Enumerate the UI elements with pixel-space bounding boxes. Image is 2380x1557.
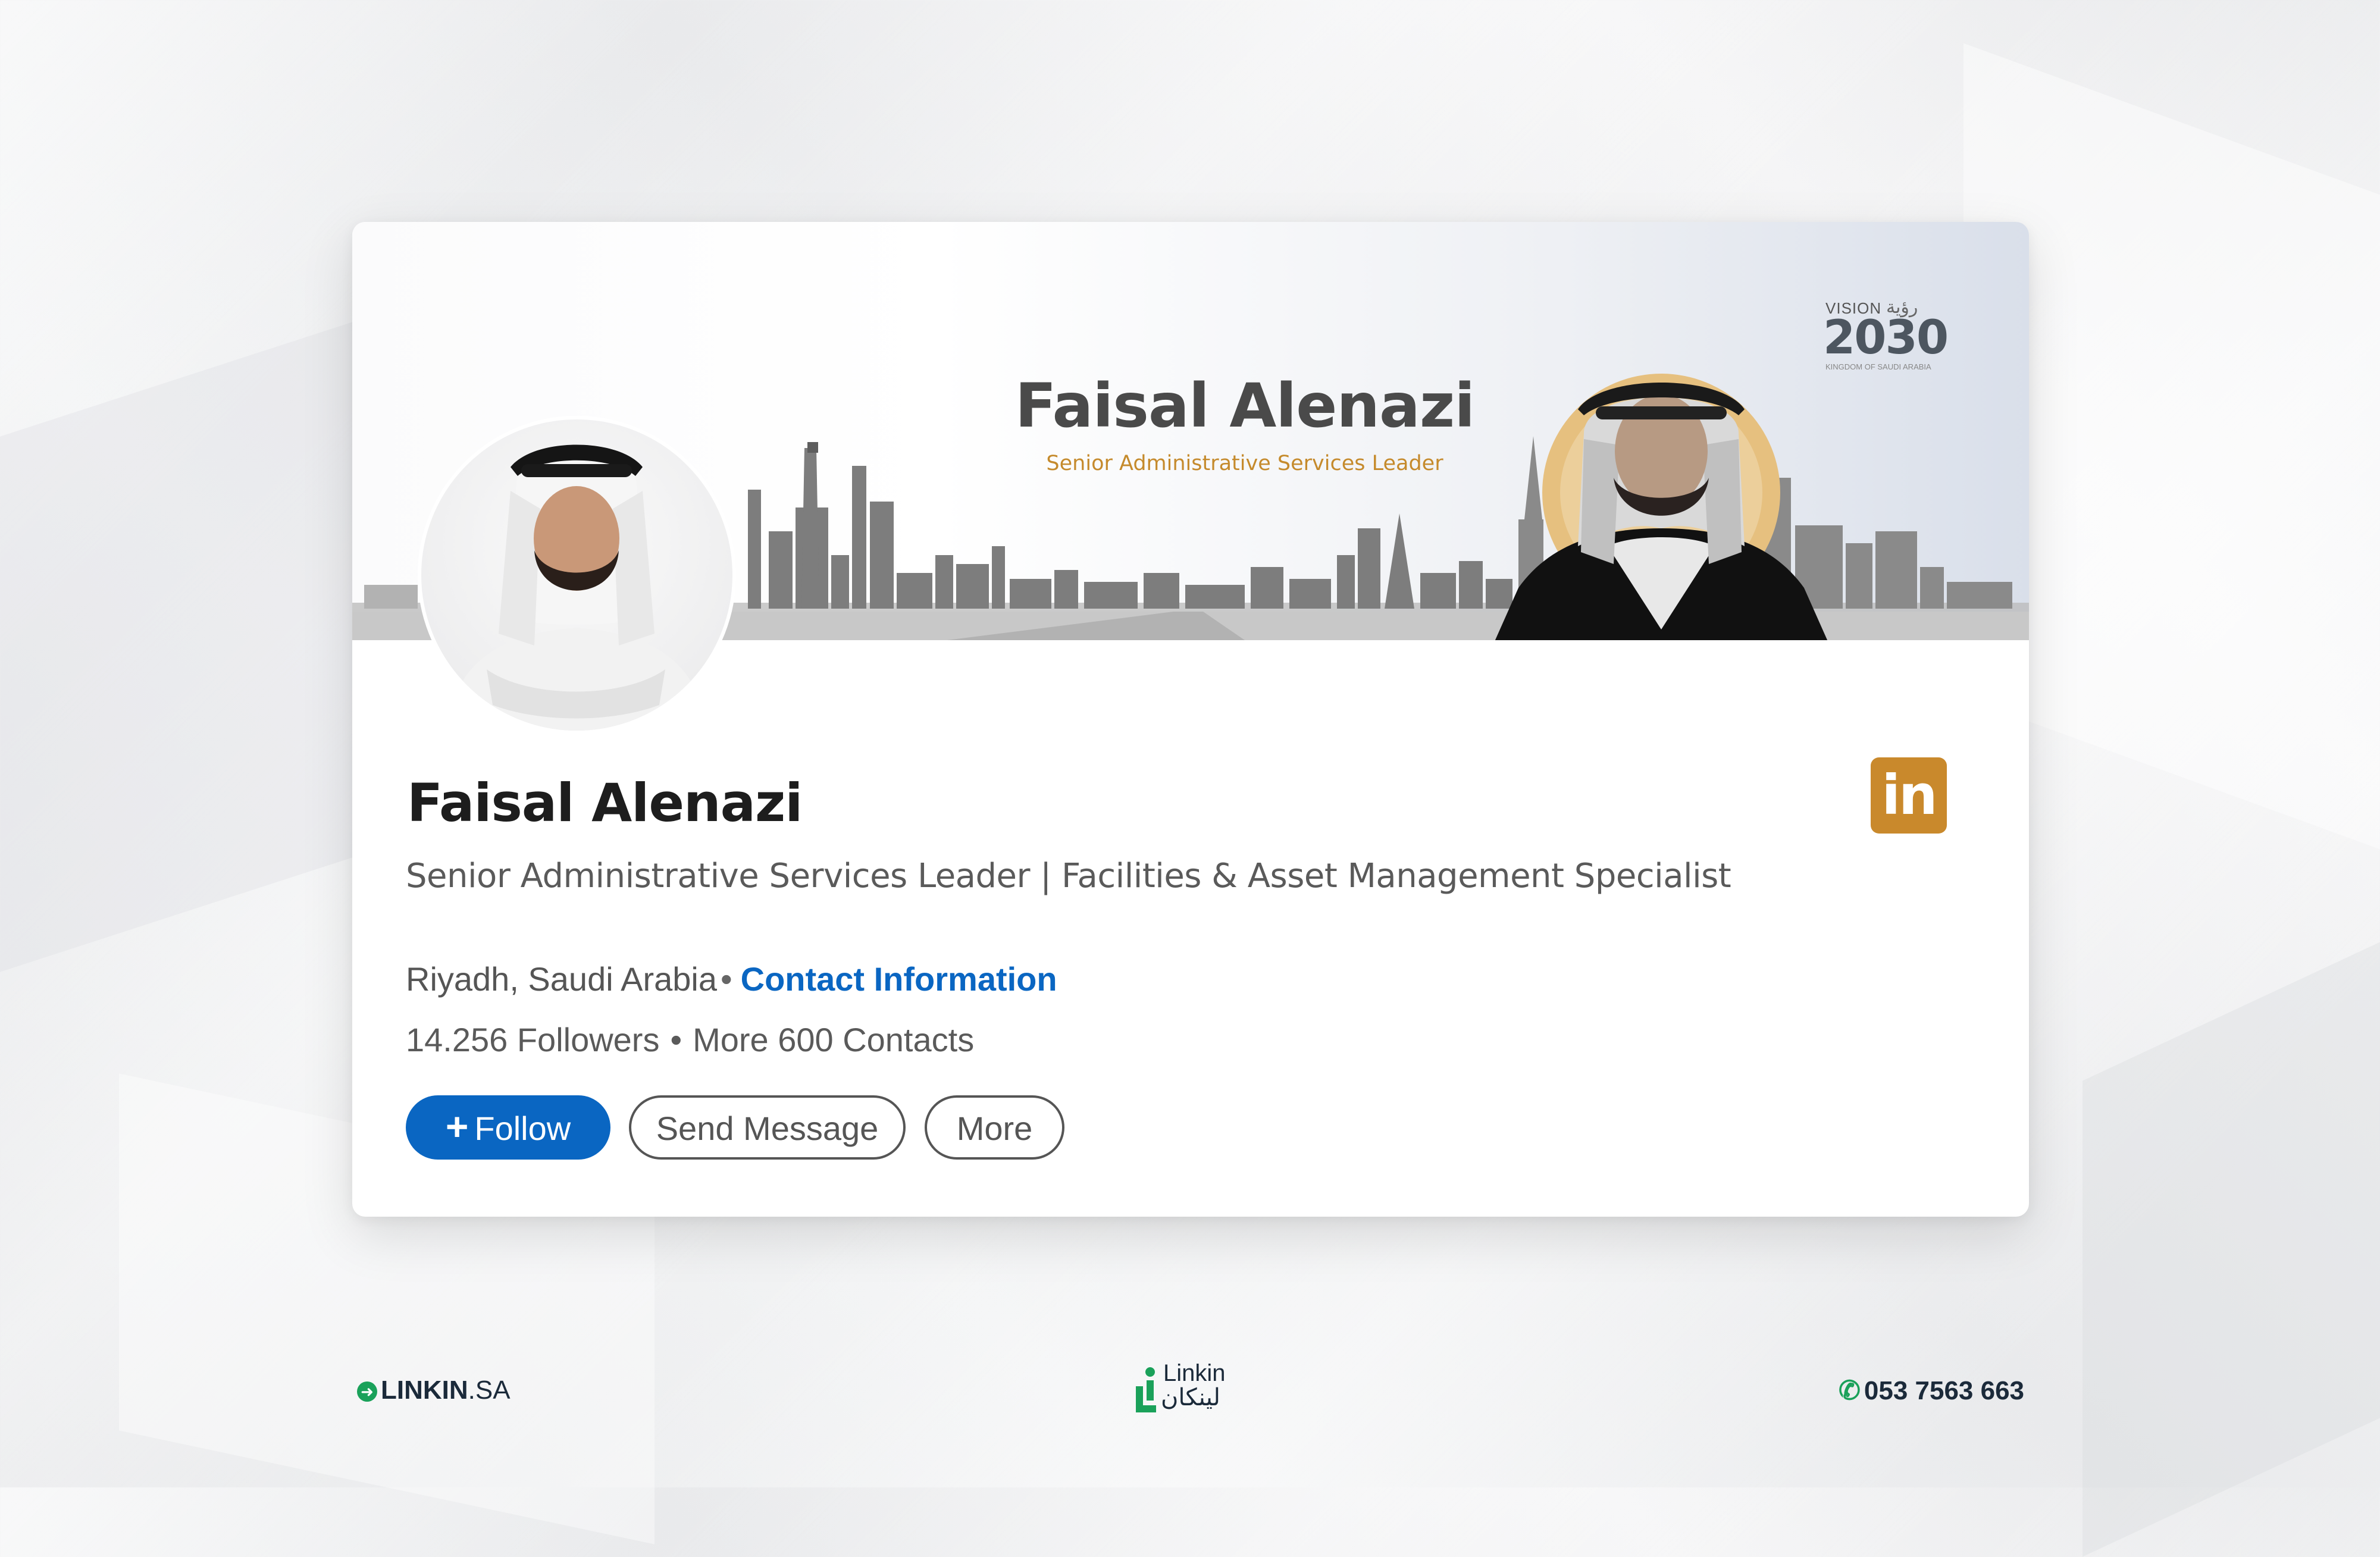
separator-dot: • xyxy=(670,1021,682,1058)
phone-text: 053 7563 663 xyxy=(1864,1376,2025,1405)
stats-row: 14.256 Followers • More 600 Contacts xyxy=(406,1020,974,1059)
more-button[interactable]: More xyxy=(925,1095,1064,1160)
followers-count[interactable]: 14.256 Followers xyxy=(406,1021,659,1058)
profile-headline: Senior Administrative Services Leader | … xyxy=(406,857,1731,895)
linkin-mark-icon xyxy=(1136,1367,1156,1412)
contacts-count[interactable]: More 600 Contacts xyxy=(693,1021,974,1058)
vision-year: 2030 xyxy=(1823,311,1949,365)
profile-card: Faisal Alenazi Senior Administrative Ser… xyxy=(352,222,2029,1217)
leader-portrait xyxy=(1495,374,1828,640)
linkedin-icon[interactable]: in xyxy=(1871,757,1947,834)
website-tld: .SA xyxy=(468,1376,511,1405)
vision-country: KINGDOM OF SAUDI ARABIA xyxy=(1825,362,1931,371)
send-message-button[interactable]: Send Message xyxy=(629,1095,906,1160)
arrow-right-circle-icon: ➜ xyxy=(357,1381,377,1402)
profile-name: Faisal Alenazi xyxy=(407,772,803,834)
linkin-logo: Linkin لينكان xyxy=(1133,1360,1247,1416)
follow-label: Follow xyxy=(474,1110,571,1147)
follow-button[interactable]: + Follow xyxy=(406,1095,610,1160)
location-row: Riyadh, Saudi Arabia • Contact Information xyxy=(406,960,1057,998)
website-brand: LINKIN xyxy=(381,1376,468,1405)
banner-subtitle: Senior Administrative Services Leader xyxy=(1046,452,1443,475)
background-facet xyxy=(2082,942,2380,1557)
avatar-portrait xyxy=(445,444,709,731)
plus-icon: + xyxy=(445,1104,469,1148)
banner-name: Faisal Alenazi xyxy=(1014,371,1475,441)
phone-icon: ✆ xyxy=(1839,1376,1861,1405)
profile-avatar[interactable] xyxy=(418,416,736,734)
location-text: Riyadh, Saudi Arabia xyxy=(406,960,718,998)
vision-2030-logo: VISION رؤية 2030 KINGDOM OF SAUDI ARABIA xyxy=(1816,297,1949,377)
website-link[interactable]: ➜ LINKIN.SA xyxy=(357,1376,511,1405)
contact-information-link[interactable]: Contact Information xyxy=(741,960,1057,998)
logo-arabic: لينكان xyxy=(1161,1384,1220,1411)
phone-number[interactable]: ✆ 053 7563 663 xyxy=(1839,1376,2024,1406)
separator-dot: • xyxy=(721,960,732,998)
logo-english: Linkin xyxy=(1163,1360,1226,1386)
